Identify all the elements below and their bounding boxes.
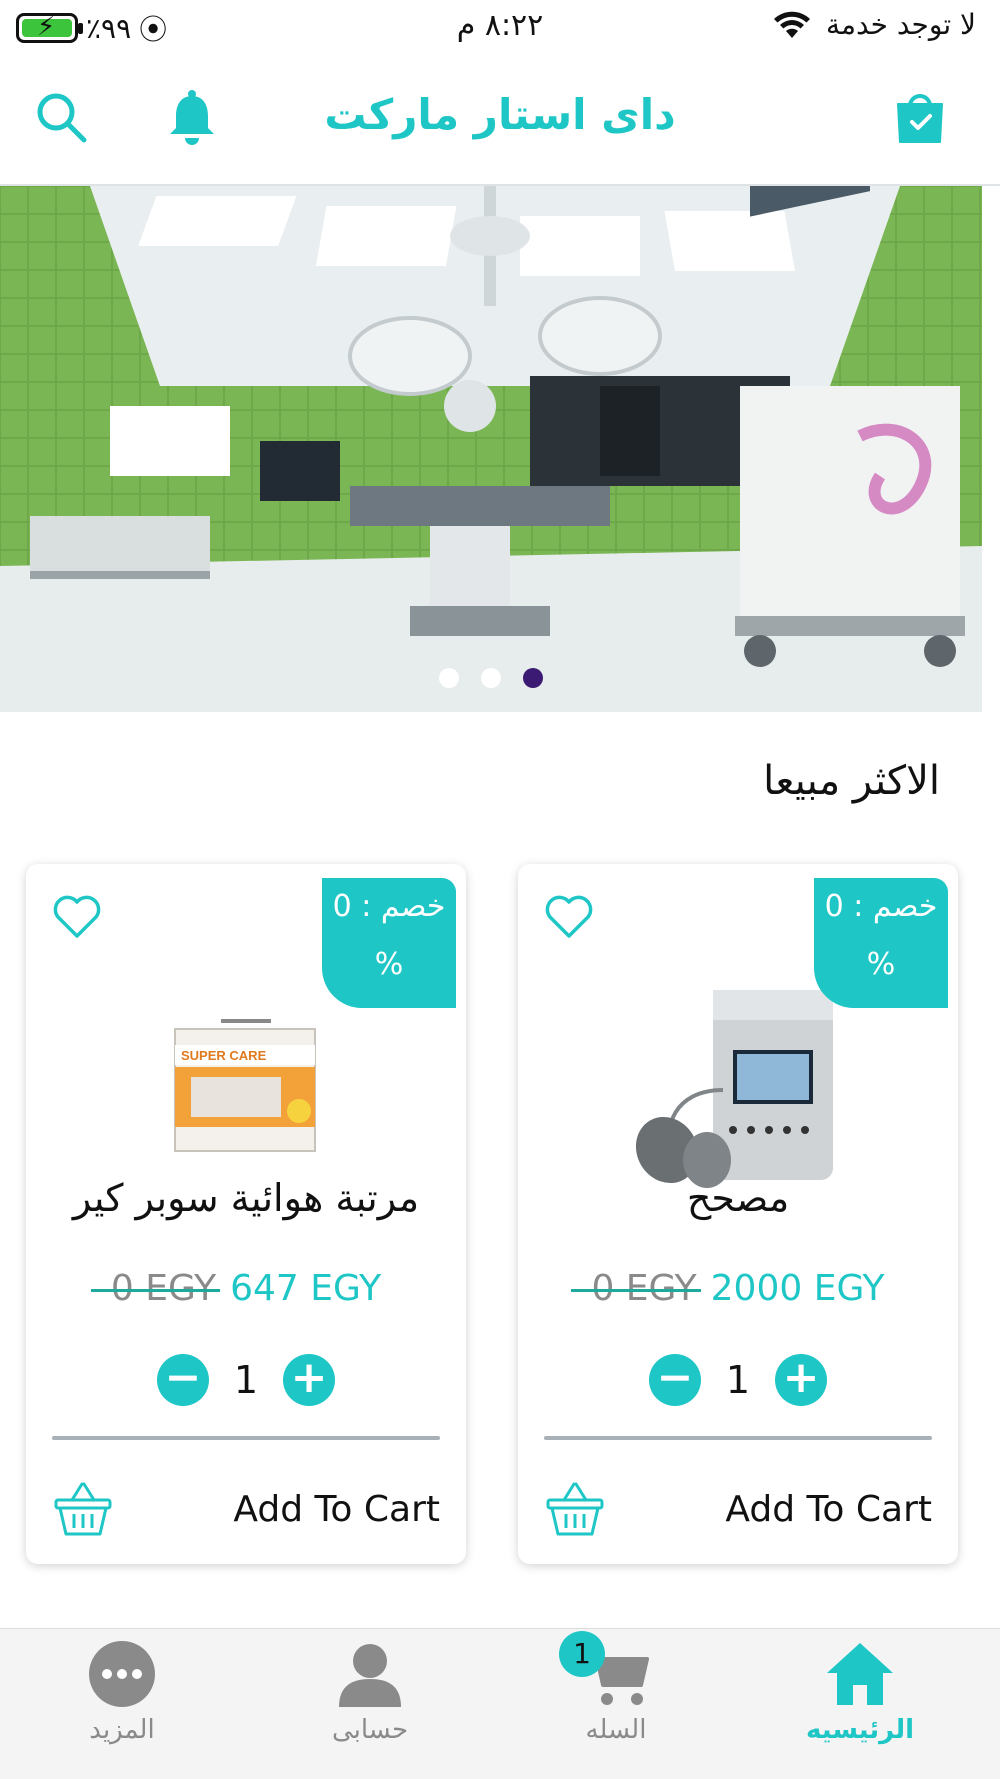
basket-icon[interactable] xyxy=(52,1478,114,1540)
home-icon xyxy=(825,1639,895,1709)
add-to-cart-label: Add To Cart xyxy=(233,1488,440,1530)
page-title: داى استار ماركت xyxy=(324,90,676,139)
old-price: 0 EGY xyxy=(571,1268,701,1309)
new-price: 2000 EGY xyxy=(710,1268,885,1309)
tab-label: الرئيسيه xyxy=(805,1715,915,1745)
device-image xyxy=(635,990,833,1188)
tab-label: حسابى xyxy=(331,1715,409,1745)
heart-icon[interactable] xyxy=(544,892,594,940)
divider xyxy=(544,1436,932,1440)
tab-account[interactable]: حسابى xyxy=(270,1639,470,1745)
more-icon xyxy=(87,1639,157,1709)
carrier-label: لا توجد خدمة xyxy=(825,8,976,41)
divider xyxy=(52,1436,440,1440)
basket-icon[interactable] xyxy=(544,1478,606,1540)
app-header: داى استار ماركت xyxy=(0,56,1000,186)
quantity-value: 1 xyxy=(725,1358,751,1402)
add-to-cart-button[interactable]: Add To Cart xyxy=(544,1474,932,1544)
status-bar: ⚡ ٪٩٩ ⦿ ٨:٢٢ م لا توجد خدمة xyxy=(0,0,1000,56)
decrease-button[interactable]: − xyxy=(157,1354,209,1406)
product-card[interactable]: خصم : 0 % مصحح 0 EGY 2000 EGY − 1 + Add … xyxy=(518,864,958,1564)
carousel-dot[interactable] xyxy=(481,668,501,688)
price-row: 0 EGY 2000 EGY xyxy=(518,1268,958,1309)
carousel-dot-active[interactable] xyxy=(523,668,543,688)
discount-badge: خصم : 0 % xyxy=(814,878,948,1008)
tab-home[interactable]: الرئيسيه xyxy=(760,1639,960,1745)
add-to-cart-button[interactable]: Add To Cart xyxy=(52,1474,440,1544)
price-row: 0 EGY 647 EGY xyxy=(26,1268,466,1309)
tab-more[interactable]: المزيد xyxy=(22,1639,222,1745)
increase-button[interactable]: + xyxy=(283,1354,335,1406)
add-to-cart-label: Add To Cart xyxy=(725,1488,932,1530)
shopping-bag-icon[interactable] xyxy=(890,88,950,148)
new-price: 647 EGY xyxy=(230,1268,382,1309)
product-card[interactable]: خصم : 0 % SUPER CARE مرتبة هوائية سوبر ك… xyxy=(26,864,466,1564)
tab-label: المزيد xyxy=(89,1715,155,1745)
old-price: 0 EGY xyxy=(90,1268,221,1309)
carousel-dots xyxy=(0,668,982,688)
carousel-dot[interactable] xyxy=(439,668,459,688)
wifi-icon xyxy=(773,11,810,38)
status-right: لا توجد خدمة xyxy=(772,8,976,41)
bottom-tab-bar: المزيد حسابى 1 السله الرئيسيه xyxy=(0,1628,1000,1779)
tab-cart[interactable]: 1 السله xyxy=(516,1631,716,1745)
product-name[interactable]: مرتبة هوائية سوبر كير xyxy=(26,1176,466,1220)
svg-text:SUPER CARE: SUPER CARE xyxy=(181,1048,267,1063)
heart-icon[interactable] xyxy=(52,892,102,940)
quantity-stepper: − 1 + xyxy=(518,1354,958,1406)
increase-button[interactable]: + xyxy=(775,1354,827,1406)
decrease-button[interactable]: − xyxy=(649,1354,701,1406)
product-name[interactable]: مصحح xyxy=(518,1176,958,1220)
quantity-stepper: − 1 + xyxy=(26,1354,466,1406)
section-title: الاكثر مبيعا xyxy=(763,758,940,804)
banner-carousel[interactable] xyxy=(0,186,982,712)
quantity-value: 1 xyxy=(233,1358,259,1402)
tab-label: السله xyxy=(585,1715,647,1745)
cart-icon: 1 xyxy=(559,1631,651,1709)
cart-badge: 1 xyxy=(559,1631,605,1677)
banner-image xyxy=(0,186,982,712)
mattress-box-image: SUPER CARE xyxy=(174,1019,316,1152)
user-icon xyxy=(335,1639,405,1709)
